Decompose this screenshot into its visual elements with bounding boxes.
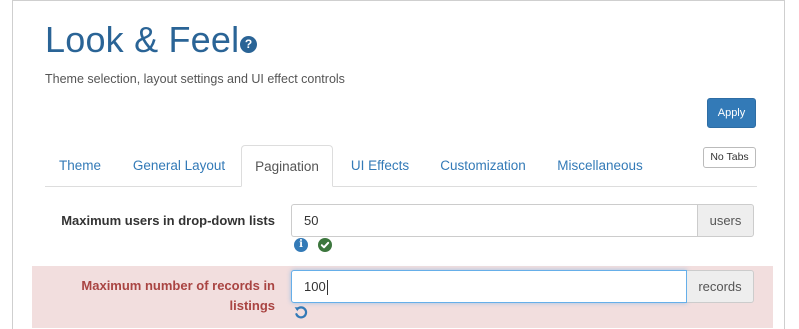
- tab-general-layout[interactable]: General Layout: [123, 145, 235, 187]
- page-subtitle: Theme selection, layout settings and UI …: [45, 72, 345, 86]
- max-records-input[interactable]: 100: [291, 270, 687, 303]
- check-circle-icon: [318, 238, 332, 252]
- settings-tabs: Theme General Layout Pagination UI Effec…: [45, 145, 757, 187]
- max-users-input[interactable]: 50: [291, 204, 697, 237]
- undo-icon[interactable]: [293, 304, 309, 320]
- info-icon[interactable]: i: [294, 238, 308, 252]
- tab-ui-effects[interactable]: UI Effects: [341, 145, 419, 187]
- tab-pagination[interactable]: Pagination: [241, 145, 333, 187]
- max-records-unit: records: [687, 270, 754, 303]
- max-users-unit: users: [697, 204, 754, 237]
- tab-miscellaneous[interactable]: Miscellaneous: [545, 145, 655, 187]
- no-tabs-button[interactable]: No Tabs: [703, 147, 756, 168]
- text-cursor: [326, 280, 328, 296]
- max-records-value: 100: [304, 279, 326, 294]
- max-records-label: Maximum number of records in listings: [81, 278, 275, 313]
- page-title: Look & Feel: [45, 19, 240, 60]
- tab-theme[interactable]: Theme: [45, 145, 115, 187]
- question-circle-icon[interactable]: ?: [240, 36, 257, 53]
- max-users-label: Maximum users in drop-down lists: [61, 213, 275, 228]
- apply-button[interactable]: Apply: [707, 98, 756, 128]
- max-users-input-group: 50 users: [291, 204, 754, 237]
- tab-customization[interactable]: Customization: [429, 145, 537, 187]
- max-records-input-group: 100 records: [291, 270, 754, 303]
